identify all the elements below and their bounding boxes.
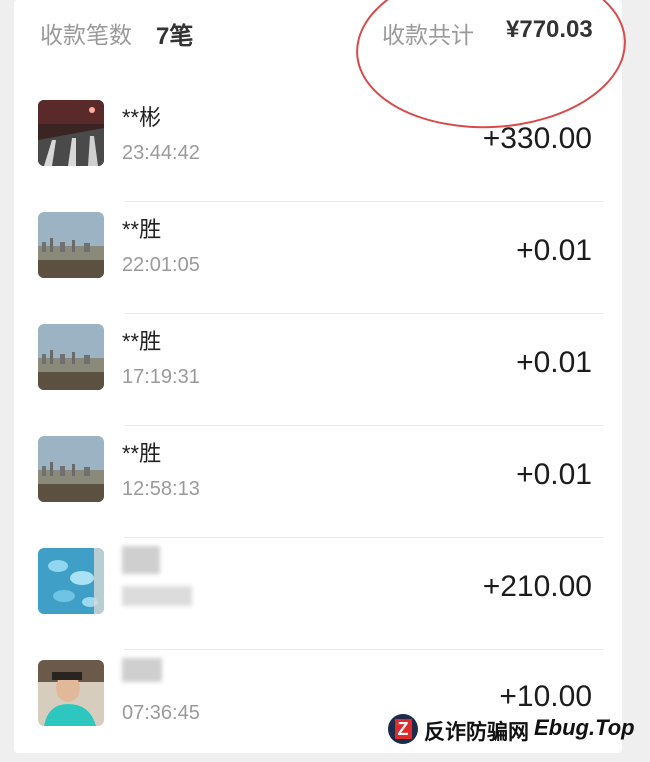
transaction-row[interactable]: **胜 17:19:31 +0.01: [14, 314, 622, 426]
redaction-mosaic: [122, 586, 192, 606]
avatar: [38, 548, 104, 614]
payment-amount: +0.01: [516, 458, 592, 491]
payment-time: 07:36:45: [122, 702, 200, 724]
payment-amount: +210.00: [482, 570, 592, 603]
payment-amount: +0.01: [516, 234, 592, 267]
payer-name: **胜: [122, 217, 162, 242]
payment-amount: +330.00: [482, 122, 592, 155]
payment-amount: +10.00: [499, 680, 592, 713]
payer-name: **彬: [122, 105, 162, 130]
payment-time: 12:58:13: [122, 478, 200, 500]
avatar: [38, 100, 104, 166]
payer-name: **胜: [122, 441, 162, 466]
transaction-row[interactable]: **胜 12:58:13 +0.01: [14, 426, 622, 538]
watermark-logo: Z: [388, 714, 418, 744]
payment-time: 23:44:42: [122, 142, 200, 164]
watermark-domain: Ebug.Top: [534, 715, 635, 740]
payer-name: **胜: [122, 329, 162, 354]
payment-amount: +0.01: [516, 346, 592, 379]
summary-header: 收款笔数 7笔 收款共计 ¥770.03: [14, 0, 631, 135]
avatar: [38, 660, 104, 726]
count-label: 收款笔数: [40, 22, 132, 48]
avatar: [38, 212, 104, 278]
transaction-row[interactable]: **胜 22:01:05 +0.01: [14, 202, 622, 314]
transaction-row[interactable]: +210.00: [14, 538, 622, 650]
butterfly-image: [38, 548, 104, 614]
city-skyline-image: [38, 324, 104, 390]
road-night-image: [38, 100, 104, 166]
redaction-mosaic: [122, 546, 160, 574]
payment-summary-card: 收款笔数 7笔 收款共计 ¥770.03 **彬 23:44:42 +330.0…: [14, 0, 631, 753]
avatar: [38, 324, 104, 390]
redaction-mosaic: [122, 658, 162, 682]
transaction-row[interactable]: 07:36:45 +10.00: [14, 650, 622, 762]
city-skyline-image: [38, 436, 104, 502]
payment-time: 17:19:31: [122, 366, 200, 388]
person-photo-image: [38, 660, 104, 726]
count-value: 7笔: [156, 23, 194, 50]
transaction-row[interactable]: **彬 23:44:42 +330.00: [14, 90, 622, 202]
watermark-site-name: 反诈防骗网: [424, 720, 529, 744]
city-skyline-image: [38, 212, 104, 278]
payment-time: 22:01:05: [122, 254, 200, 276]
avatar: [38, 436, 104, 502]
